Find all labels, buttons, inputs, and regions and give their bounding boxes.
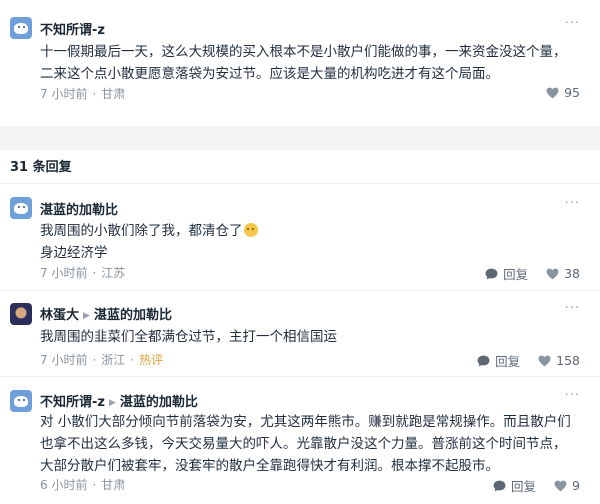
location: 甘肃 <box>101 478 126 492</box>
post-actions: 95 <box>528 85 580 100</box>
reply-arrow-icon: ▶ <box>108 398 116 408</box>
heart-icon <box>546 87 559 98</box>
author-name-text: 湛蓝的加勒比 <box>40 203 119 218</box>
top-post: 不知所谓-z ··· 十一假期最后一天，这么大规模的买入根本不是小散户们能做的事… <box>0 0 600 120</box>
reply-content: 我周围的小散们除了我，都清仓了 身边经济学 <box>40 220 586 264</box>
location: 江苏 <box>101 266 126 280</box>
reply-button[interactable]: 回复 <box>477 351 520 370</box>
like-count: 9 <box>572 478 580 493</box>
reply-meta: 6 小时前 · 甘肃 <box>40 478 126 492</box>
avatar[interactable] <box>10 390 32 412</box>
more-dots-icon[interactable]: ··· <box>565 16 580 31</box>
author-name[interactable]: 不知所谓-z ▶ 湛蓝的加勒比 <box>40 391 198 410</box>
heart-icon <box>554 480 567 491</box>
like-count: 38 <box>564 266 580 281</box>
avatar[interactable] <box>10 303 32 325</box>
avatar[interactable] <box>10 197 32 219</box>
comment-icon <box>493 480 506 491</box>
like-count: 95 <box>564 85 580 100</box>
reply-label: 回复 <box>495 354 521 369</box>
timestamp: 7 小时前 <box>40 353 88 367</box>
timestamp: 7 小时前 <box>40 87 88 101</box>
author-name[interactable]: 不知所谓-z <box>40 19 105 38</box>
timestamp: 6 小时前 <box>40 478 88 492</box>
like-button[interactable]: 95 <box>546 85 580 100</box>
section-divider <box>0 126 600 150</box>
author-name[interactable]: 湛蓝的加勒比 <box>40 199 118 218</box>
timestamp: 7 小时前 <box>40 266 88 280</box>
reply-meta: 7 小时前 · 江苏 <box>40 266 126 280</box>
reply-item: 不知所谓-z ▶ 湛蓝的加勒比 ··· 对 小散们大部分倾向节前落袋为安，尤其这两年… <box>0 377 600 504</box>
author-name-text: 林蛋大 <box>40 308 80 323</box>
reply-label: 回复 <box>503 267 529 282</box>
reply-button[interactable]: 回复 <box>493 476 536 495</box>
reply-label: 回复 <box>511 479 537 494</box>
reply-to-name[interactable]: 湛蓝的加勒比 <box>94 308 172 323</box>
content-line: 大部分散户们被套牢，没套牢的散户全靠跑得快才有利润。根本撑不起股市。 <box>40 458 499 474</box>
reply-item: 林蛋大 ▶ 湛蓝的加勒比 ··· 我周围的韭菜们全都满仓过节，主打一个相信国运 7 … <box>0 291 600 376</box>
reply-actions: 回复 158 <box>459 351 580 370</box>
author-name[interactable]: 林蛋大 ▶ 湛蓝的加勒比 <box>40 304 172 323</box>
post-content: 十一假期最后一天，这么大规模的买入根本不是小散户们能做的事，一来资金没这个量， … <box>40 41 586 85</box>
more-dots-icon[interactable]: ··· <box>565 196 580 211</box>
thinking-emoji-icon <box>243 223 258 237</box>
content-line: 我周围的小散们除了我，都清仓了 <box>40 223 243 239</box>
content-line: 也拿不出这么多钱，今天交易量大的吓人。光靠散户没这个力量。普涨前这个时间节点， <box>40 436 567 452</box>
reply-meta: 7 小时前 · 浙江 · 热评 <box>40 353 164 367</box>
content-line: 对 小散们大部分倾向节前落袋为安，尤其这两年熊市。赚到就跑是常规操作。而且散户们 <box>40 414 571 430</box>
reply-content: 对 小散们大部分倾向节前落袋为安，尤其这两年熊市。赚到就跑是常规操作。而且散户们… <box>40 411 586 477</box>
replies-header: 31 条回复 <box>10 160 72 175</box>
reply-to-name[interactable]: 湛蓝的加勒比 <box>120 395 198 410</box>
reply-content: 我周围的韭菜们全都满仓过节，主打一个相信国运 <box>40 326 586 348</box>
comment-icon <box>485 268 498 279</box>
like-button[interactable]: 9 <box>554 478 580 493</box>
author-name-text: 不知所谓-z <box>40 23 105 38</box>
heart-icon <box>546 268 559 279</box>
avatar[interactable] <box>10 17 32 39</box>
more-dots-icon[interactable]: ··· <box>565 301 580 316</box>
author-name-text: 不知所谓-z <box>40 395 105 410</box>
more-dots-icon[interactable]: ··· <box>565 388 580 403</box>
reply-arrow-icon: ▶ <box>83 311 90 321</box>
content-line: 身边经济学 <box>40 245 108 261</box>
post-meta: 7 小时前 · 甘肃 <box>40 87 126 101</box>
like-button[interactable]: 158 <box>538 353 580 368</box>
location: 甘肃 <box>101 87 126 101</box>
content-line: 我周围的韭菜们全都满仓过节，主打一个相信国运 <box>40 329 337 345</box>
heart-icon <box>538 355 551 366</box>
content-line: 二来这个点小散更愿意落袋为安过节。应该是大量的机构吃进才有这个局面。 <box>40 66 499 82</box>
location: 浙江 <box>101 353 126 367</box>
hot-tag: 热评 <box>139 353 164 367</box>
reply-actions: 回复 9 <box>475 476 580 495</box>
reply-actions: 回复 38 <box>467 264 580 283</box>
reply-item: 湛蓝的加勒比 ··· 我周围的小散们除了我，都清仓了 身边经济学 7 小时前 · 江… <box>0 184 600 290</box>
reply-button[interactable]: 回复 <box>485 264 528 283</box>
like-count: 158 <box>556 353 580 368</box>
like-button[interactable]: 38 <box>546 266 580 281</box>
content-line: 十一假期最后一天，这么大规模的买入根本不是小散户们能做的事，一来资金没这个量， <box>40 44 567 60</box>
comment-icon <box>477 355 490 366</box>
